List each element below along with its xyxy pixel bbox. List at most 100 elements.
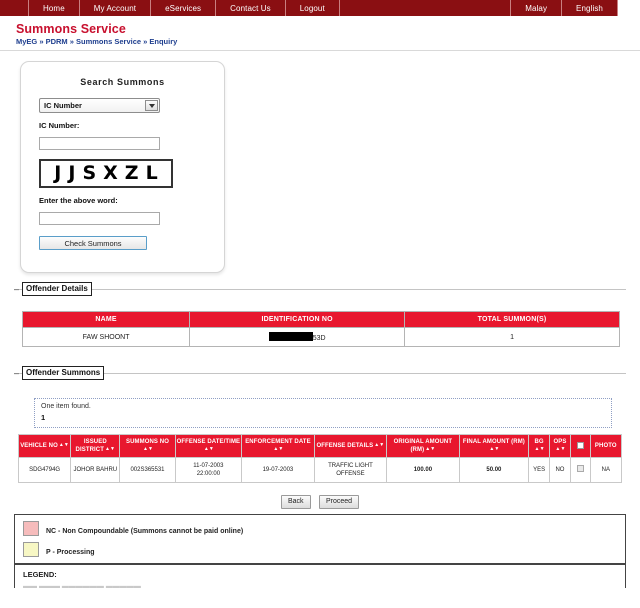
breadcrumb[interactable]: MyEG » PDRM » Summons Service » Enquiry: [16, 37, 640, 46]
offender-summons-rule: [14, 373, 626, 374]
legend-panel-2-title: LEGEND:: [23, 570, 57, 579]
offender-details-section: – Offender Details: [14, 282, 626, 296]
cell-enforcement-date: 19-07-2003: [241, 457, 315, 483]
cell-final-amount: 50.00: [458, 457, 530, 483]
captcha-input[interactable]: [39, 212, 160, 225]
captcha-char-6: L: [145, 162, 158, 184]
proceed-button[interactable]: Proceed: [318, 495, 360, 509]
col-original-amount[interactable]: ORIGINAL AMOUNT (RM)▲▼: [386, 434, 460, 458]
captcha-char-3: S: [82, 162, 97, 184]
sort-icon[interactable]: ▲▼: [105, 447, 115, 452]
col-identification-no: IDENTIFICATION NO: [189, 311, 406, 328]
status-legend-panel: NC - Non Compoundable (Summons cannot be…: [14, 514, 626, 564]
offender-summons-legend: Offender Summons: [22, 366, 105, 380]
results-info-box: One item found. 1: [34, 398, 612, 428]
cell-identification-no: 53D: [189, 327, 406, 347]
offender-details-table: NAME IDENTIFICATION NO TOTAL SUMMON(S) F…: [21, 311, 620, 347]
nav-item-contact-us[interactable]: Contact Us: [216, 0, 286, 16]
chevron-down-icon[interactable]: [145, 100, 158, 111]
captcha-char-5: Z: [124, 162, 139, 184]
offense-date: 11-07-2003: [193, 463, 224, 469]
summons-table: VEHICLE NO▲▼ ISSUED DISTRICT▲▼ SUMMONS N…: [17, 434, 623, 483]
col-summons-no-label: SUMMONS NO: [125, 439, 169, 445]
offense-time: 22:00:00: [196, 471, 221, 477]
col-select-all[interactable]: [569, 434, 591, 458]
page-title: Summons Service: [16, 22, 126, 36]
cell-bg: YES: [528, 457, 551, 483]
check-summons-button[interactable]: Check Summons: [39, 236, 147, 250]
sort-icon[interactable]: ▲▼: [535, 447, 545, 452]
captcha-char-4: X: [103, 162, 118, 184]
collapse-toggle-offender-summons[interactable]: –: [14, 369, 19, 378]
cell-offense-datetime: 11-07-2003 22:00:00: [174, 457, 243, 483]
page-header: Summons Service MyEG » PDRM » Summons Se…: [0, 17, 640, 46]
row-select-checkbox[interactable]: [576, 465, 584, 472]
col-vehicle-no-label: VEHICLE NO: [20, 443, 58, 449]
col-ops-label: OPS: [553, 439, 567, 445]
back-button[interactable]: Back: [280, 495, 311, 509]
cell-total-summons: 1: [404, 327, 620, 347]
col-ops[interactable]: OPS ▲▼: [549, 434, 571, 458]
nav-lang-malay[interactable]: Malay: [510, 0, 563, 16]
col-issued-district[interactable]: ISSUED DISTRICT▲▼: [70, 434, 121, 458]
col-bg[interactable]: BG ▲▼: [528, 434, 551, 458]
cell-summons-no: 002S365531: [119, 457, 176, 483]
col-vehicle-no[interactable]: VEHICLE NO▲▼: [17, 434, 72, 458]
identification-no-suffix: 53D: [312, 335, 326, 342]
sort-icon[interactable]: ▲▼: [59, 443, 69, 448]
search-type-select[interactable]: IC Number: [39, 98, 160, 113]
col-name: NAME: [21, 311, 191, 328]
cell-photo: NA: [589, 457, 623, 483]
nav-item-eservices[interactable]: eServices: [151, 0, 217, 16]
table-row: FAW SHOONT 53D 1: [21, 327, 620, 347]
sort-icon[interactable]: ▲▼: [204, 447, 214, 452]
sort-icon[interactable]: ▲▼: [143, 447, 153, 452]
nav-lang-english[interactable]: English: [562, 0, 618, 16]
page-root: Home My Account eServices Contact Us Log…: [0, 0, 640, 608]
col-offense-details[interactable]: OFFENSE DETAILS▲▼: [313, 434, 388, 458]
sort-icon[interactable]: ▲▼: [489, 447, 499, 452]
select-all-checkbox[interactable]: [576, 441, 584, 449]
nav-end-spacer: [618, 0, 640, 16]
sort-icon[interactable]: ▲▼: [555, 447, 565, 452]
ic-number-label: IC Number:: [39, 121, 80, 130]
legend-swatch-nc: [23, 521, 39, 536]
legend-label-nc: NC - Non Compoundable (Summons cannot be…: [46, 528, 244, 535]
sort-icon[interactable]: ▲▼: [374, 443, 384, 448]
legend-panel-2-cutoff-row: ▬▬ ▬▬▬ ▬▬▬▬▬▬ ▬▬▬▬▬: [23, 583, 141, 588]
col-final-amount[interactable]: FINAL AMOUNT (RM) ▲▼: [458, 434, 530, 458]
col-summons-no[interactable]: SUMMONS NO ▲▼: [119, 434, 176, 458]
legend-swatch-p: [23, 542, 39, 557]
legend-label-p: P - Processing: [46, 549, 95, 556]
captcha-label: Enter the above word:: [39, 196, 118, 205]
offender-details-rule: [14, 289, 626, 290]
cell-ops: NO: [549, 457, 571, 483]
nav-item-logout[interactable]: Logout: [285, 0, 340, 16]
legend-panel-2: LEGEND: ▬▬ ▬▬▬ ▬▬▬▬▬▬ ▬▬▬▬▬: [14, 564, 626, 588]
cell-select[interactable]: [569, 457, 591, 483]
nav-spacer: [339, 0, 511, 16]
nav-item-home[interactable]: Home: [28, 0, 80, 16]
pagination-current-page[interactable]: 1: [41, 413, 605, 422]
nav-item-my-account[interactable]: My Account: [79, 0, 152, 16]
col-original-amount-label: ORIGINAL AMOUNT (RM): [393, 439, 453, 453]
col-bg-label: BG: [534, 439, 544, 445]
col-offense-datetime[interactable]: OFFENSE DATE/TIME ▲▼: [174, 434, 243, 458]
cell-original-amount: 100.00: [386, 457, 460, 483]
captcha-image: J J S X Z L: [39, 159, 173, 188]
col-offense-datetime-label: OFFENSE DATE/TIME: [176, 439, 241, 445]
col-enforcement-date[interactable]: ENFORCEMENT DATE ▲▼: [241, 434, 315, 458]
captcha-char-1: J: [54, 162, 62, 184]
legend-item-nc: NC - Non Compoundable (Summons cannot be…: [23, 521, 617, 536]
search-panel-title: Search Summons: [80, 77, 165, 87]
table-row: SDG4794G JOHOR BAHRU 002S365531 11-07-20…: [17, 457, 623, 483]
col-photo: PHOTO: [589, 434, 623, 458]
collapse-toggle-offender-details[interactable]: –: [14, 285, 19, 294]
sort-icon[interactable]: ▲▼: [273, 447, 283, 452]
sort-icon[interactable]: ▲▼: [425, 447, 435, 452]
ic-number-input[interactable]: [39, 137, 160, 150]
col-issued-district-label: ISSUED DISTRICT: [75, 439, 107, 453]
offender-summons-section: – Offender Summons: [14, 366, 626, 380]
search-type-value: IC Number: [44, 101, 82, 110]
table-header-row: NAME IDENTIFICATION NO TOTAL SUMMON(S): [21, 311, 620, 328]
